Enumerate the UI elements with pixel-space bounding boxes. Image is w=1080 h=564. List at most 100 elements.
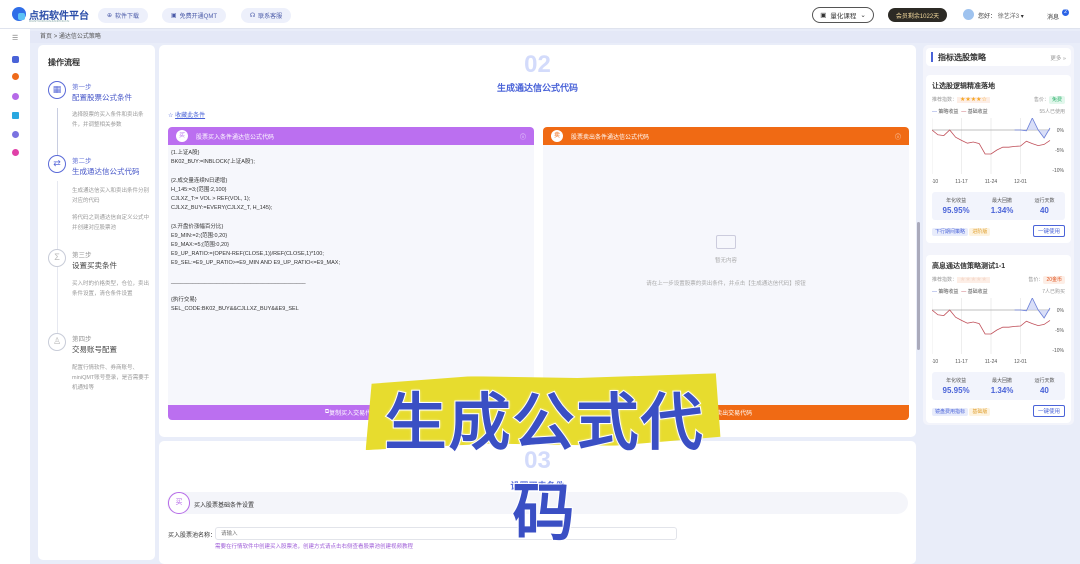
service-button[interactable]: ☊ 联系客服 (241, 8, 291, 23)
y-tick-label: -10% (1052, 348, 1064, 354)
strategy-series-area (1014, 298, 1050, 318)
legend-strategy-icon: — (932, 109, 937, 115)
home-icon[interactable] (12, 56, 19, 63)
annual-return: 95.95% (942, 206, 970, 215)
buy-code-title: 股票买入条件通达信公式代码 (196, 134, 275, 141)
sigma-icon: Σ (48, 249, 66, 267)
price-badge: 20金币 (1043, 276, 1065, 284)
service-label: 联系客服 (258, 14, 283, 20)
rating-label: 推荐指数： (932, 97, 958, 103)
strategy-card[interactable]: 高息通达信策略测试1-1 推荐指数： ★★★★★ 售价： 20金币 — 策略收益 — … (926, 255, 1071, 423)
rating-stars: ★★★★☆ (957, 97, 990, 103)
book-icon[interactable] (12, 112, 19, 119)
x-tick-label: 11-10 (932, 359, 938, 365)
favorite-link[interactable]: ☆ 收藏此条件 (168, 110, 205, 119)
step-desc: 配置行情软件、券商账号、miniQMT账号登录，是否需要手机通知等 (72, 365, 150, 391)
legend-base-icon: — (961, 109, 967, 115)
pool-label: 买入股票池名称： (168, 533, 217, 539)
star-icon: ☆ (168, 113, 174, 119)
use-strategy-button[interactable]: 一键使用 (1032, 225, 1065, 237)
breadcrumb-home[interactable]: 首页 (40, 34, 52, 40)
strategy-sidebar: 指标选股策略 更多 » 让选股逻辑精准落地 推荐指数： ★★★★☆ 售价： 免费 — … (923, 45, 1074, 425)
y-tick-label: 0% (1057, 308, 1065, 314)
annual-return: 95.95% (942, 386, 970, 395)
flow-title: 操作流程 (48, 58, 80, 67)
y-tick-label: -5% (1055, 328, 1064, 334)
info-icon[interactable]: ⓘ (895, 132, 901, 141)
membership-badge[interactable]: 会员剩余1022天 (888, 8, 947, 22)
scrollbar[interactable] (917, 222, 920, 350)
message-count-badge: 2 (1062, 9, 1069, 16)
help-icon[interactable] (12, 131, 19, 138)
rating-label: 推荐指数： (932, 277, 958, 283)
step-num: 第三步 (72, 252, 92, 259)
strategy-tag: 镜盘费用指标 (932, 407, 969, 416)
icon-rail: ☰ (0, 29, 30, 564)
strategy-tag: 下行期间策略 (932, 227, 969, 236)
strategy-series-area (1014, 118, 1050, 138)
y-tick-label: 0% (1057, 128, 1065, 134)
max-drawdown: 1.34% (990, 206, 1014, 215)
download-button[interactable]: ⊕ 软件下载 (98, 8, 148, 23)
run-days: 40 (1039, 386, 1049, 395)
grid-icon: ▦ (48, 81, 66, 99)
max-drawdown: 1.34% (990, 386, 1014, 395)
step-desc: 生成通达信买入和卖出条件分别对应的代码 (72, 188, 150, 204)
chevron-down-icon: ⌄ (860, 12, 866, 19)
sell-code-header: 卖 股票卖出条件通达信公式代码 ⓘ (543, 127, 909, 145)
sell-code-title: 股票卖出条件通达信公式代码 (571, 134, 650, 141)
course-dropdown[interactable]: ▣ 量化课程 ⌄ (812, 7, 874, 23)
download-label: 软件下载 (115, 14, 140, 20)
annual-return-label: 年化收益 (946, 198, 967, 204)
use-strategy-button[interactable]: 一键使用 (1032, 405, 1065, 417)
legend-strategy: 策略收益 (938, 289, 959, 295)
avatar[interactable] (963, 9, 974, 20)
stats: 年化收益 95.95% 最大回撤 1.34% 运行天数 40 (932, 372, 1065, 400)
purple-nav-icon[interactable] (12, 93, 19, 100)
more-link[interactable]: 更多 » (1050, 54, 1066, 62)
return-chart: 0% -5% -10% 11-10 11-17 11-24 12-01 (926, 297, 1065, 365)
messages-link[interactable]: 消息 (1047, 12, 1059, 21)
strategy-card[interactable]: 让选股逻辑精准落地 推荐指数： ★★★★☆ 售价： 免费 — 策略收益 — 基础收益 5… (926, 75, 1071, 243)
strategy-title: 指标选股策略 (938, 53, 986, 62)
y-tick-label: -10% (1052, 168, 1064, 174)
step-desc: 将代码之到通达信自定义公式中并创建对应股票池 (72, 215, 150, 231)
qmt-label: 免费开通QMT (179, 14, 217, 20)
pink-nav-icon[interactable] (12, 149, 19, 156)
logo-icon (12, 7, 26, 21)
step-title: 配置股票公式条件 (72, 93, 132, 102)
strategy-header: 指标选股策略 更多 » (926, 48, 1071, 66)
x-tick-label: 11-24 (985, 179, 998, 185)
info-icon[interactable]: ⓘ (520, 132, 526, 141)
sell-icon: 卖 (551, 130, 563, 142)
headset-icon: ☊ (249, 13, 256, 19)
buy-code-text[interactable]: {1.上证A股} BK02_BUY:=INBLOCK('上证A股'); {2.成… (168, 145, 534, 319)
user-menu[interactable]: 您好： 徐艺洋3 ▾ (978, 11, 1024, 20)
username: 徐艺洋3 (997, 14, 1020, 20)
stats: 年化收益 95.95% 最大回撤 1.34% 运行天数 40 (932, 192, 1065, 220)
step-num: 第二步 (72, 158, 92, 165)
orange-nav-icon[interactable] (12, 73, 19, 80)
price-label: 售价： (1028, 277, 1044, 283)
annual-return-label: 年化收益 (946, 378, 967, 384)
empty-text: 暂无内容 (714, 258, 737, 264)
user-count: 55人已使用 (1039, 109, 1065, 115)
caption-overlay: 生成公式代码 (383, 388, 705, 549)
section-number: 02 (524, 51, 551, 78)
document-icon: ▣ (170, 13, 177, 19)
menu-toggle-icon[interactable]: ☰ (12, 34, 18, 42)
max-drawdown-label: 最大回撤 (992, 378, 1013, 384)
user-icon: ♙ (48, 333, 66, 351)
caret-down-icon: ▾ (1020, 14, 1024, 20)
x-tick-label: 12-01 (1014, 359, 1027, 365)
qmt-button[interactable]: ▣ 免费开通QMT (162, 8, 226, 23)
favorite-label: 收藏此条件 (175, 113, 206, 119)
breadcrumb-current: 通达信公式策略 (58, 34, 101, 40)
greeting: 您好： (978, 14, 997, 20)
download-icon: ⊕ (106, 13, 112, 19)
y-tick-label: -5% (1055, 148, 1064, 154)
buy-code-header: 买 股票买入条件通达信公式代码 ⓘ (168, 127, 534, 145)
price-badge: 免费 (1048, 96, 1065, 104)
max-drawdown-label: 最大回撤 (992, 198, 1013, 204)
buy-icon: 买 (168, 492, 190, 514)
